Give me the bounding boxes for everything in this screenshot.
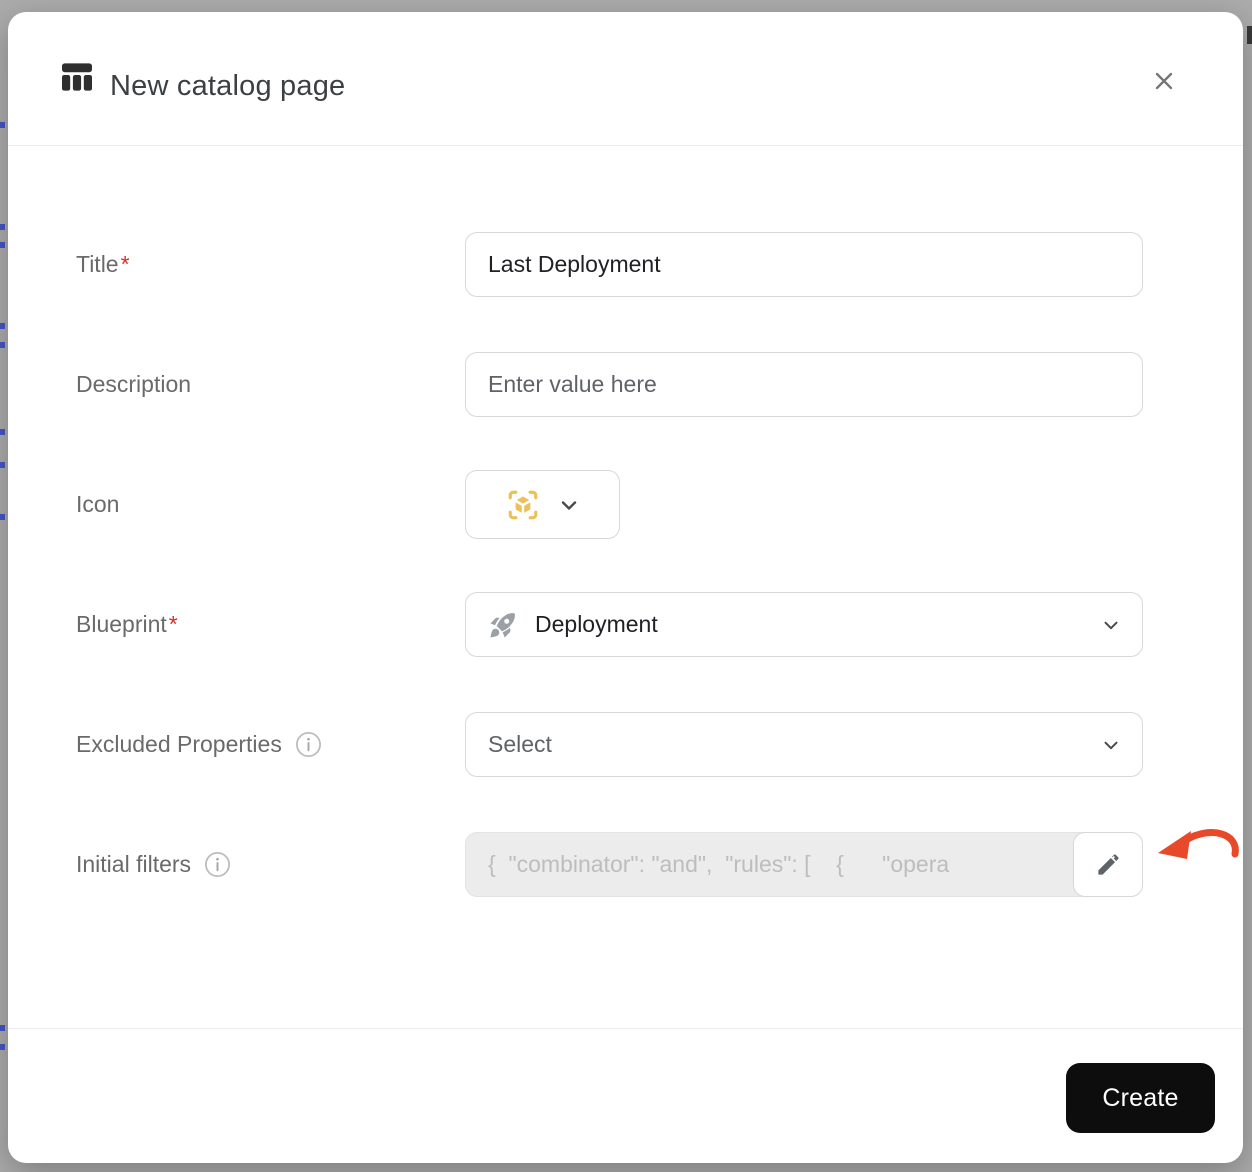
- footer-divider: [8, 1028, 1243, 1029]
- description-input[interactable]: [465, 352, 1143, 417]
- background-artifact: [0, 342, 5, 348]
- chevron-down-icon: [1100, 734, 1122, 756]
- excluded-properties-label: Excluded Properties: [76, 731, 282, 757]
- excluded-properties-placeholder: Select: [488, 731, 552, 757]
- edit-filters-button[interactable]: [1073, 832, 1143, 897]
- icon-picker-button[interactable]: [465, 470, 620, 539]
- close-button[interactable]: [1144, 61, 1184, 101]
- chevron-down-icon: [1100, 614, 1122, 636]
- excluded-properties-select[interactable]: Select: [465, 712, 1143, 777]
- field-row-initial-filters: Initial filters: [76, 832, 1143, 897]
- new-catalog-page-modal: New catalog page Title* Description Icon: [8, 12, 1243, 1163]
- initial-filters-label: Initial filters: [76, 851, 192, 877]
- description-label: Description: [76, 371, 192, 397]
- background-artifact: [0, 429, 5, 435]
- field-row-title: Title *: [76, 232, 1143, 297]
- background-artifact: [0, 514, 5, 520]
- close-icon: [1149, 66, 1179, 96]
- title-label: Title: [76, 251, 119, 277]
- create-button[interactable]: Create: [1066, 1063, 1215, 1133]
- background-artifact: [0, 323, 5, 329]
- initial-filters-input: [465, 832, 1143, 897]
- background-artifact: [1247, 26, 1252, 44]
- pencil-icon: [1095, 851, 1122, 878]
- chevron-down-icon: [557, 493, 581, 517]
- modal-title: New catalog page: [110, 70, 346, 102]
- catalog-table-icon: [60, 62, 94, 92]
- icon-label: Icon: [76, 491, 120, 517]
- required-marker: *: [120, 251, 130, 277]
- required-marker: *: [168, 611, 178, 637]
- background-artifact: [0, 122, 5, 128]
- title-input[interactable]: [465, 232, 1143, 297]
- field-row-icon: Icon: [76, 470, 620, 539]
- initial-filters-group: [465, 832, 1143, 897]
- annotation-arrow: [1153, 822, 1241, 875]
- blueprint-label: Blueprint: [76, 611, 167, 637]
- header-divider: [8, 145, 1243, 146]
- background-artifact: [0, 462, 5, 468]
- background-artifact: [0, 242, 5, 248]
- rocket-icon: [488, 610, 518, 640]
- blueprint-select[interactable]: Deployment: [465, 592, 1143, 657]
- blueprint-selected-value: Deployment: [535, 611, 658, 637]
- field-row-blueprint: Blueprint * Deployment: [76, 592, 1143, 657]
- field-row-excluded-properties: Excluded Properties Select: [76, 712, 1143, 777]
- background-artifact: [0, 1025, 5, 1031]
- info-icon[interactable]: [295, 731, 322, 758]
- cube-scan-icon: [505, 487, 541, 523]
- info-icon[interactable]: [204, 851, 231, 878]
- background-artifact: [0, 1044, 5, 1050]
- background-artifact: [0, 224, 5, 230]
- field-row-description: Description: [76, 352, 1143, 417]
